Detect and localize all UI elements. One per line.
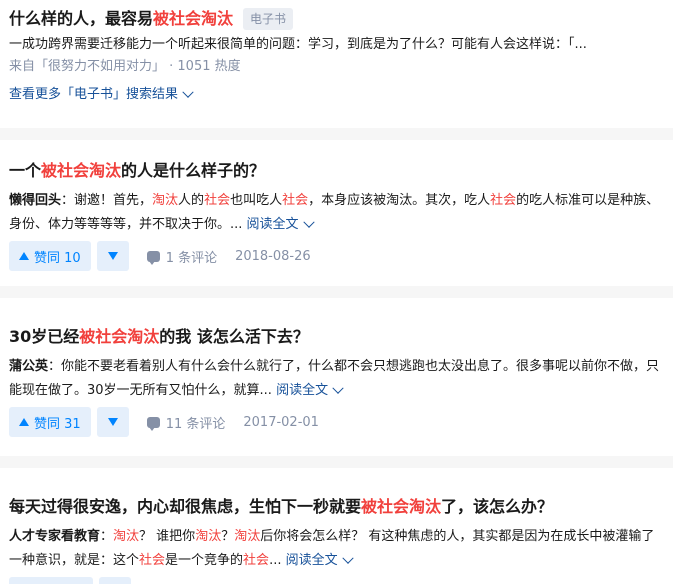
excerpt-highlight: 社会 — [243, 553, 270, 568]
question-title-highlight: 被社会淘汰 — [361, 497, 442, 516]
excerpt-text: ，本身应该被淘汰。其次，吃人 — [308, 193, 491, 208]
excerpt-highlight: 社会 — [490, 193, 517, 208]
chevron-down-icon — [182, 86, 194, 98]
excerpt-text: ... — [269, 553, 282, 568]
excerpt-highlight: 社会 — [204, 193, 231, 208]
excerpt-highlight: 淘汰 — [152, 193, 179, 208]
excerpt-highlight: 淘汰 — [113, 529, 140, 544]
chevron-down-icon — [341, 552, 354, 564]
downvote-button[interactable] — [99, 577, 131, 584]
read-full-label: 阅读全文 — [246, 217, 299, 232]
comment-bubble-icon — [146, 250, 160, 265]
question-title-highlight: 被社会淘汰 — [79, 327, 160, 346]
view-more-ebooks-label: 查看更多「电子书」搜索结果 — [9, 87, 179, 102]
view-more-ebooks-link[interactable]: 查看更多「电子书」搜索结果 — [9, 85, 661, 105]
comment-count: 11 条评论 — [165, 416, 226, 432]
triangle-up-icon — [19, 252, 29, 260]
question-title-text: 了，该怎么办？ — [441, 497, 554, 516]
answer-date: 2017-02-01 — [243, 414, 319, 430]
upvote-button[interactable]: 赞同 10 — [9, 241, 91, 271]
answer-excerpt[interactable]: 懒得回头：谢邀！首先，淘汰人的社会也叫吃人社会，本身应该被淘汰。其次，吃人社会的… — [9, 189, 661, 237]
question-title-text: 每天过得很安逸，内心却很焦虑，生怕下一秒就要 — [9, 497, 362, 516]
search-results-page: 什么样的人，最容易被社会淘汰 电子书 一成功跨界需要迁移能力一个听起来很简单的问题… — [0, 0, 673, 584]
excerpt-text: ：谢邀！首先， — [61, 193, 153, 208]
question-title[interactable]: 一个被社会淘汰的人是什么样子的？ — [9, 160, 661, 182]
ebook-source: 来自「很努力不如用对力」 · 1051 热度 — [9, 59, 241, 74]
ebook-excerpt[interactable]: 一成功跨界需要迁移能力一个听起来很简单的问题：学习，到底是为了什么？可能有人会这… — [9, 35, 661, 55]
downvote-button[interactable] — [96, 407, 129, 437]
read-full-link[interactable]: 阅读全文 — [285, 552, 354, 568]
excerpt-highlight: 社会 — [282, 193, 309, 208]
excerpt-text: 也叫吃人 — [230, 193, 283, 208]
triangle-up-icon — [19, 418, 29, 426]
question-title-text: 一个 — [9, 161, 42, 180]
excerpt-text: ？ — [221, 529, 235, 544]
comment-count: 1 条评论 — [165, 250, 218, 266]
downvote-button[interactable] — [96, 241, 129, 271]
excerpt-text: 是一个竞争的 — [165, 553, 244, 568]
chevron-down-icon — [332, 382, 344, 394]
excerpt-highlight: 社会 — [139, 553, 166, 568]
answer-date: 2018-08-26 — [235, 248, 311, 264]
question-title-text: 30岁已经 — [9, 327, 80, 346]
upvote-button[interactable] — [9, 577, 93, 584]
question-title-text: 的我 该怎么活下去？ — [159, 327, 309, 346]
ebook-title[interactable]: 什么样的人，最容易被社会淘汰 电子书 — [9, 8, 661, 30]
question-title[interactable]: 30岁已经被社会淘汰的我 该怎么活下去？ — [9, 326, 661, 348]
ebook-title-text: 什么样的人，最容易 — [9, 9, 154, 28]
excerpt-text: 人的 — [178, 193, 205, 208]
answer-excerpt[interactable]: 蒲公英：你能不要老看着别人有什么会什么就行了，什么都不会只想逃跑也太没出息了。很… — [9, 355, 661, 403]
answer-author[interactable]: 懒得回头 — [9, 193, 61, 208]
triangle-down-icon — [107, 252, 118, 260]
ebook-title-highlight: 被社会淘汰 — [153, 9, 234, 28]
answer-author[interactable]: 蒲公英 — [9, 359, 48, 374]
question-title-text: 的人是什么样子的？ — [121, 161, 266, 180]
read-full-link[interactable]: 阅读全文 — [276, 382, 344, 398]
excerpt-highlight: 淘汰 — [195, 529, 222, 544]
question-title-highlight: 被社会淘汰 — [41, 161, 122, 180]
upvote-button[interactable]: 赞同 31 — [9, 407, 91, 437]
ebook-result-card: 什么样的人，最容易被社会淘汰 电子书 一成功跨界需要迁移能力一个听起来很简单的问题… — [0, 0, 673, 128]
chevron-down-icon — [302, 216, 315, 228]
triangle-down-icon — [107, 418, 118, 426]
upvote-label: 赞同 10 — [34, 250, 81, 266]
answer-actions: 赞同 31 11 条评论 2017-02-01 — [9, 407, 661, 437]
read-full-label: 阅读全文 — [276, 383, 329, 398]
answer-author[interactable]: 人才专家看教育 — [9, 529, 100, 544]
ebook-tag-badge: 电子书 — [243, 8, 294, 30]
comment-bubble-icon — [146, 416, 160, 431]
read-full-label: 阅读全文 — [285, 553, 338, 568]
comment-button[interactable]: 1 条评论 — [146, 247, 218, 266]
answer-card: 一个被社会淘汰的人是什么样子的？ 懒得回头：谢邀！首先，淘汰人的社会也叫吃人社会… — [0, 140, 673, 286]
excerpt-text: ？ 谁把你 — [139, 529, 196, 544]
answer-actions: 赞同 10 1 条评论 2018-08-26 — [9, 241, 661, 271]
excerpt-text: ： — [100, 529, 114, 544]
read-full-link[interactable]: 阅读全文 — [246, 216, 315, 232]
answer-card: 每天过得很安逸，内心却很焦虑，生怕下一秒就要被社会淘汰了，该怎么办？ 人才专家看… — [0, 468, 673, 584]
answer-actions — [9, 577, 661, 584]
answer-excerpt-text: ：谢邀！首先，淘汰人的社会也叫吃人社会，本身应该被淘汰。其次，吃人社会的吃人标准… — [9, 193, 659, 232]
answer-excerpt[interactable]: 人才专家看教育：淘汰？ 谁把你淘汰？淘汰后你将会怎么样？ 有这种焦虑的人，其实都… — [9, 525, 661, 573]
comment-button[interactable]: 11 条评论 — [146, 413, 226, 432]
question-title[interactable]: 每天过得很安逸，内心却很焦虑，生怕下一秒就要被社会淘汰了，该怎么办？ — [9, 496, 661, 518]
excerpt-highlight: 淘汰 — [234, 529, 261, 544]
answer-card: 30岁已经被社会淘汰的我 该怎么活下去？ 蒲公英：你能不要老看着别人有什么会什么… — [0, 298, 673, 456]
upvote-label: 赞同 31 — [34, 416, 81, 432]
